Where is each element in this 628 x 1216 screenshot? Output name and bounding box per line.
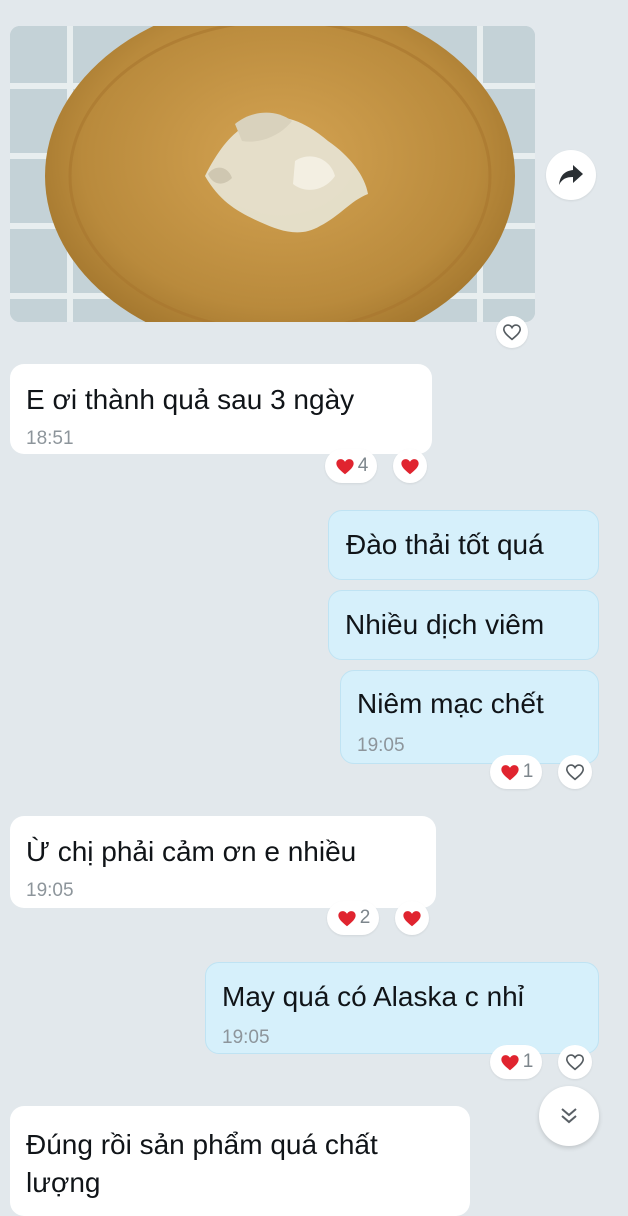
react-button[interactable]	[496, 316, 528, 348]
message-text: Nhiều dịch viêm	[345, 609, 545, 640]
heart-filled-icon	[401, 458, 419, 474]
double-chevron-down-icon	[561, 1108, 577, 1124]
share-button[interactable]	[546, 150, 596, 200]
react-button[interactable]	[393, 449, 427, 483]
incoming-message[interactable]: Ừ chị phải cảm ơn e nhiều 19:05	[10, 816, 436, 908]
reaction-count: 1	[522, 761, 534, 782]
incoming-message[interactable]: Đúng rồi sản phẩm quá chất lượng	[10, 1106, 470, 1216]
message-text: Đúng rồi sản phẩm quá chất lượng	[26, 1129, 378, 1198]
outgoing-message[interactable]: Đào thải tốt quá	[328, 510, 599, 580]
heart-outline-icon	[565, 764, 585, 781]
message-time: 19:05	[26, 880, 74, 901]
outgoing-message[interactable]: May quá có Alaska c nhỉ 19:05	[205, 962, 599, 1054]
message-text: Niêm mạc chết	[357, 688, 544, 719]
photo-message[interactable]	[10, 26, 535, 322]
heart-filled-icon	[403, 910, 421, 926]
reaction-summary[interactable]: 1	[490, 1045, 542, 1079]
reaction-count: 4	[357, 455, 369, 476]
heart-filled-icon	[338, 910, 356, 926]
message-time: 19:05	[357, 735, 405, 756]
reaction-summary[interactable]: 1	[490, 755, 542, 789]
heart-outline-icon	[502, 324, 522, 341]
message-text: E ơi thành quả sau 3 ngày	[26, 384, 355, 415]
share-arrow-icon	[559, 165, 583, 185]
reaction-summary[interactable]: 2	[327, 901, 379, 935]
message-time: 19:05	[222, 1027, 270, 1048]
heart-filled-icon	[501, 1054, 519, 1070]
reaction-count: 1	[522, 1051, 534, 1072]
react-button[interactable]	[395, 901, 429, 935]
heart-filled-icon	[501, 764, 519, 780]
react-button[interactable]	[558, 755, 592, 789]
heart-outline-icon	[565, 1054, 585, 1071]
incoming-message[interactable]: E ơi thành quả sau 3 ngày 18:51	[10, 364, 432, 454]
reaction-summary[interactable]: 4	[325, 449, 377, 483]
photo-image	[10, 26, 535, 322]
message-text: Đào thải tốt quá	[346, 529, 544, 560]
message-time: 18:51	[26, 428, 74, 449]
outgoing-message[interactable]: Niêm mạc chết 19:05	[340, 670, 599, 764]
react-button[interactable]	[558, 1045, 592, 1079]
message-text: May quá có Alaska c nhỉ	[222, 981, 524, 1012]
scroll-to-bottom-button[interactable]	[539, 1086, 599, 1146]
reaction-count: 2	[359, 907, 371, 928]
heart-filled-icon	[336, 458, 354, 474]
outgoing-message[interactable]: Nhiều dịch viêm	[328, 590, 599, 660]
message-text: Ừ chị phải cảm ơn e nhiều	[26, 836, 357, 867]
